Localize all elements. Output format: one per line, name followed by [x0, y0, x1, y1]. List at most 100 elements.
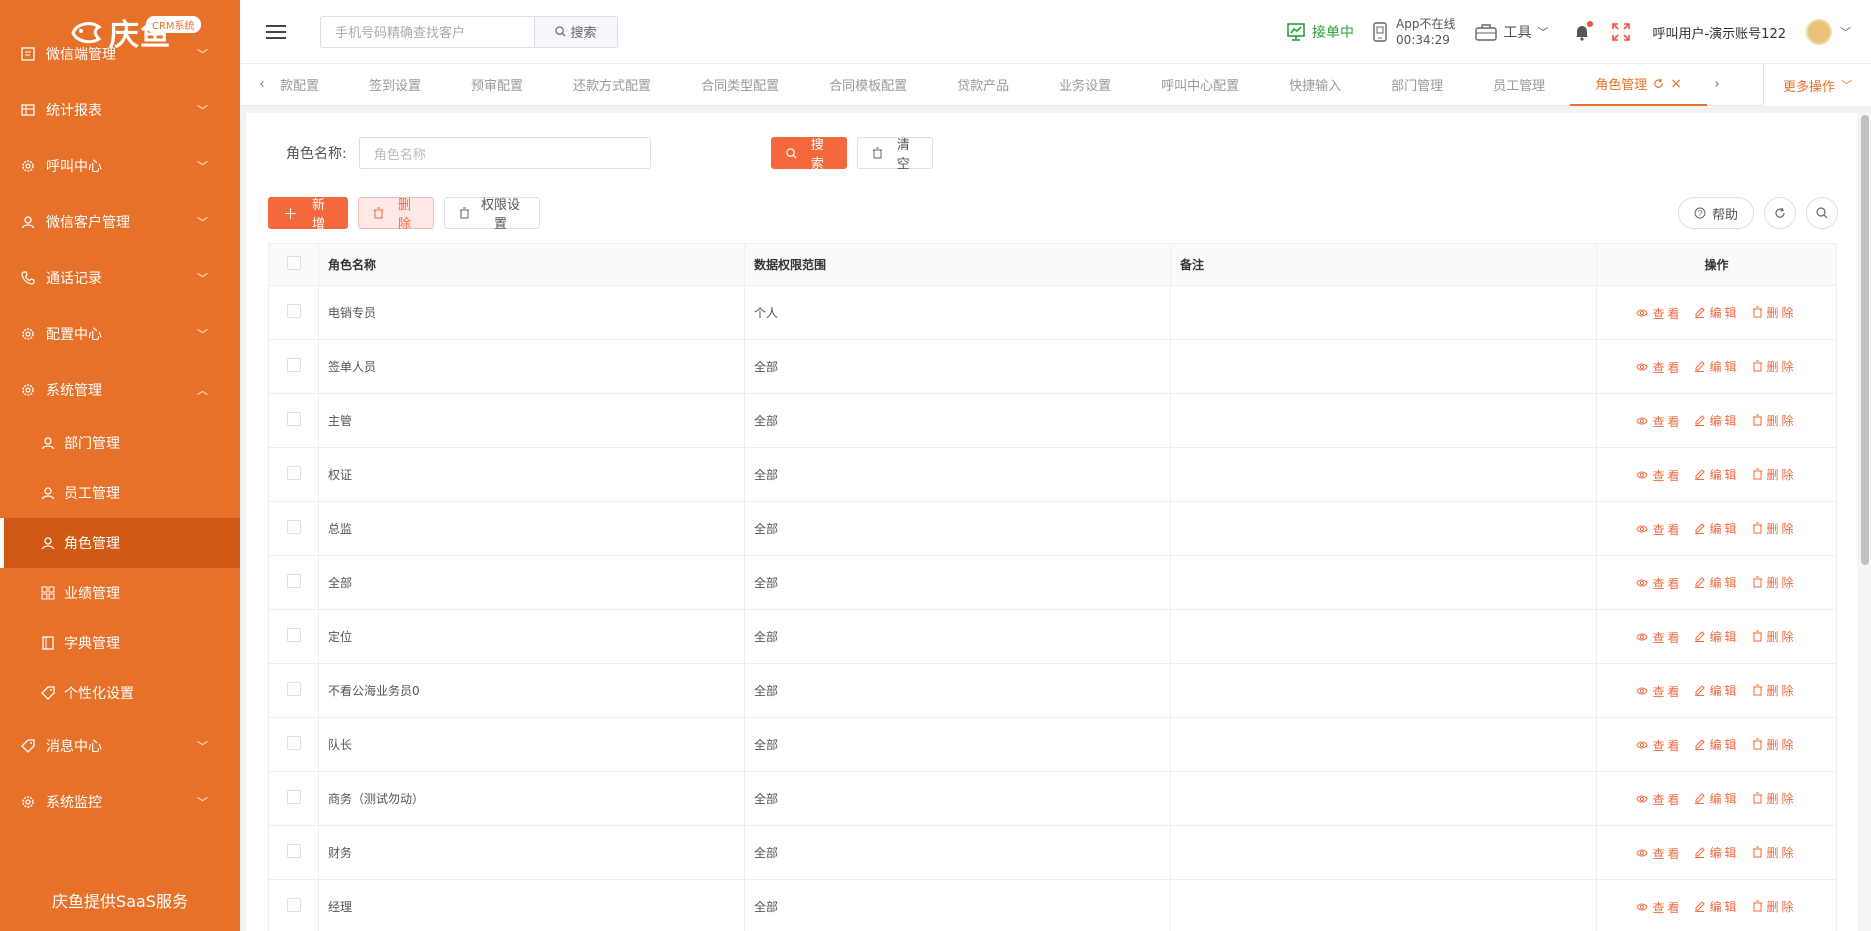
tab-11[interactable]: 员工管理 [1468, 64, 1570, 106]
view-button[interactable]: 查看 [1636, 575, 1682, 592]
add-role-button[interactable]: ＋ 新 增 [268, 197, 348, 231]
row-checkbox[interactable] [286, 412, 301, 426]
delete-button[interactable]: 删除 [1752, 574, 1797, 591]
edit-button[interactable]: 编辑 [1694, 898, 1739, 915]
vertical-scrollbar[interactable] [1859, 113, 1871, 931]
tab-9[interactable]: 快捷输入 [1264, 64, 1366, 106]
tab-2[interactable]: 预审配置 [446, 64, 548, 106]
view-button[interactable]: 查看 [1636, 359, 1682, 376]
view-button[interactable]: 查看 [1636, 413, 1682, 430]
sidebar-bottom-item-1[interactable]: 系统监控 ﹀ [0, 774, 240, 830]
row-checkbox[interactable] [286, 466, 301, 480]
customer-search-input[interactable]: 手机号码精确查找客户 [320, 15, 534, 48]
view-button[interactable]: 查看 [1636, 845, 1682, 862]
delete-button[interactable]: 删除 [1752, 628, 1797, 645]
tab-4[interactable]: 合同类型配置 [676, 64, 804, 106]
sidebar-subitem-2[interactable]: 角色管理 [0, 518, 240, 568]
scrollbar-thumb[interactable] [1861, 115, 1869, 565]
view-button[interactable]: 查看 [1636, 629, 1682, 646]
edit-button[interactable]: 编辑 [1694, 520, 1739, 537]
menu-toggle-icon[interactable] [266, 24, 286, 39]
tab-3[interactable]: 还款方式配置 [548, 64, 676, 106]
delete-button[interactable]: 删除 [1752, 790, 1797, 807]
refresh-button[interactable] [1764, 197, 1796, 229]
sidebar-item-wechat-admin[interactable]: 微信端管理 ﹀ [0, 26, 240, 82]
row-checkbox[interactable] [286, 844, 301, 858]
filter-search-button[interactable]: 搜 索 [770, 137, 847, 171]
view-button[interactable]: 查看 [1636, 467, 1682, 484]
role-name-input[interactable]: 角色名称 [358, 137, 651, 169]
sidebar-item-5[interactable]: 系统管理 ︿ [0, 362, 240, 418]
tabs-scroll-right-icon[interactable]: › [1707, 77, 1727, 92]
fullscreen-icon[interactable] [1612, 23, 1631, 41]
row-checkbox[interactable] [286, 574, 301, 588]
sidebar-subitem-4[interactable]: 字典管理 [0, 618, 240, 668]
delete-button[interactable]: 删除 [1752, 466, 1797, 483]
row-checkbox[interactable] [286, 790, 301, 804]
edit-button[interactable]: 编辑 [1694, 790, 1739, 807]
sidebar-item-2[interactable]: 微信客户管理 ﹀ [0, 194, 240, 250]
edit-button[interactable]: 编辑 [1694, 682, 1739, 699]
edit-button[interactable]: 编辑 [1694, 304, 1739, 321]
tab-role-management[interactable]: 角色管理 × [1570, 64, 1707, 106]
row-checkbox[interactable] [286, 358, 301, 372]
refresh-icon[interactable] [1653, 78, 1664, 89]
delete-button[interactable]: 删除 [1752, 844, 1797, 861]
current-user-name[interactable]: 呼叫用户-演示账号122 [1652, 23, 1786, 42]
delete-button[interactable]: 删除 [1752, 682, 1797, 699]
help-button[interactable]: ? 帮助 [1678, 197, 1754, 229]
delete-button[interactable]: 删除 [1752, 736, 1797, 753]
row-checkbox[interactable] [286, 736, 301, 750]
edit-button[interactable]: 编辑 [1694, 412, 1739, 429]
chevron-down-icon[interactable]: ﹀ [1840, 24, 1851, 40]
view-button[interactable]: 查看 [1636, 737, 1682, 754]
select-all-checkbox[interactable] [286, 256, 301, 270]
edit-button[interactable]: 编辑 [1694, 628, 1739, 645]
delete-button[interactable]: 删除 [1752, 898, 1797, 915]
tab-8[interactable]: 呼叫中心配置 [1136, 64, 1264, 106]
row-checkbox[interactable] [286, 898, 301, 912]
notification-bell-icon[interactable] [1574, 21, 1594, 41]
row-checkbox[interactable] [286, 520, 301, 534]
row-checkbox[interactable] [286, 304, 301, 318]
edit-button[interactable]: 编辑 [1694, 574, 1739, 591]
view-button[interactable]: 查看 [1636, 791, 1682, 808]
view-button[interactable]: 查看 [1636, 899, 1682, 916]
delete-role-button[interactable]: 删 除 [358, 197, 434, 231]
order-status-toggle[interactable]: 接单中 [1286, 22, 1354, 42]
row-checkbox[interactable] [286, 682, 301, 696]
tab-10[interactable]: 部门管理 [1366, 64, 1468, 106]
sidebar-subitem-1[interactable]: 员工管理 [0, 468, 240, 518]
sidebar-subitem-5[interactable]: 个性化设置 [0, 668, 240, 718]
edit-button[interactable]: 编辑 [1694, 466, 1739, 483]
edit-button[interactable]: 编辑 [1694, 844, 1739, 861]
edit-button[interactable]: 编辑 [1694, 736, 1739, 753]
view-button[interactable]: 查看 [1636, 683, 1682, 700]
sidebar-bottom-item-0[interactable]: 消息中心 ﹀ [0, 718, 240, 774]
sidebar-subitem-3[interactable]: 业绩管理 [0, 568, 240, 618]
view-button[interactable]: 查看 [1636, 521, 1682, 538]
edit-button[interactable]: 编辑 [1694, 358, 1739, 375]
toggle-search-button[interactable] [1806, 197, 1838, 229]
more-operations-dropdown[interactable]: 更多操作 ﹀ [1763, 64, 1871, 106]
delete-button[interactable]: 删除 [1752, 412, 1797, 429]
tab-5[interactable]: 合同模板配置 [804, 64, 932, 106]
tab-1[interactable]: 签到设置 [344, 64, 446, 106]
tab-7[interactable]: 业务设置 [1034, 64, 1136, 106]
row-checkbox[interactable] [286, 628, 301, 642]
view-button[interactable]: 查看 [1636, 305, 1682, 322]
close-icon[interactable]: × [1670, 76, 1682, 92]
tabs-scroll-left-icon[interactable]: ‹ [252, 77, 272, 92]
tab-0[interactable]: 款配置 [272, 64, 344, 106]
header-search-button[interactable]: 搜索 [534, 15, 618, 48]
tools-menu[interactable]: 工具 ﹀ [1475, 22, 1548, 42]
sidebar-item-3[interactable]: 通话记录 ﹀ [0, 250, 240, 306]
permission-settings-button[interactable]: 权限设置 [444, 197, 540, 231]
sidebar-item-4[interactable]: 配置中心 ﹀ [0, 306, 240, 362]
sidebar-subitem-0[interactable]: 部门管理 [0, 418, 240, 468]
sidebar-item-1[interactable]: 呼叫中心 ﹀ [0, 138, 240, 194]
filter-clear-button[interactable]: 清 空 [856, 137, 933, 171]
delete-button[interactable]: 删除 [1752, 304, 1797, 321]
delete-button[interactable]: 删除 [1752, 520, 1797, 537]
tab-6[interactable]: 贷款产品 [932, 64, 1034, 106]
